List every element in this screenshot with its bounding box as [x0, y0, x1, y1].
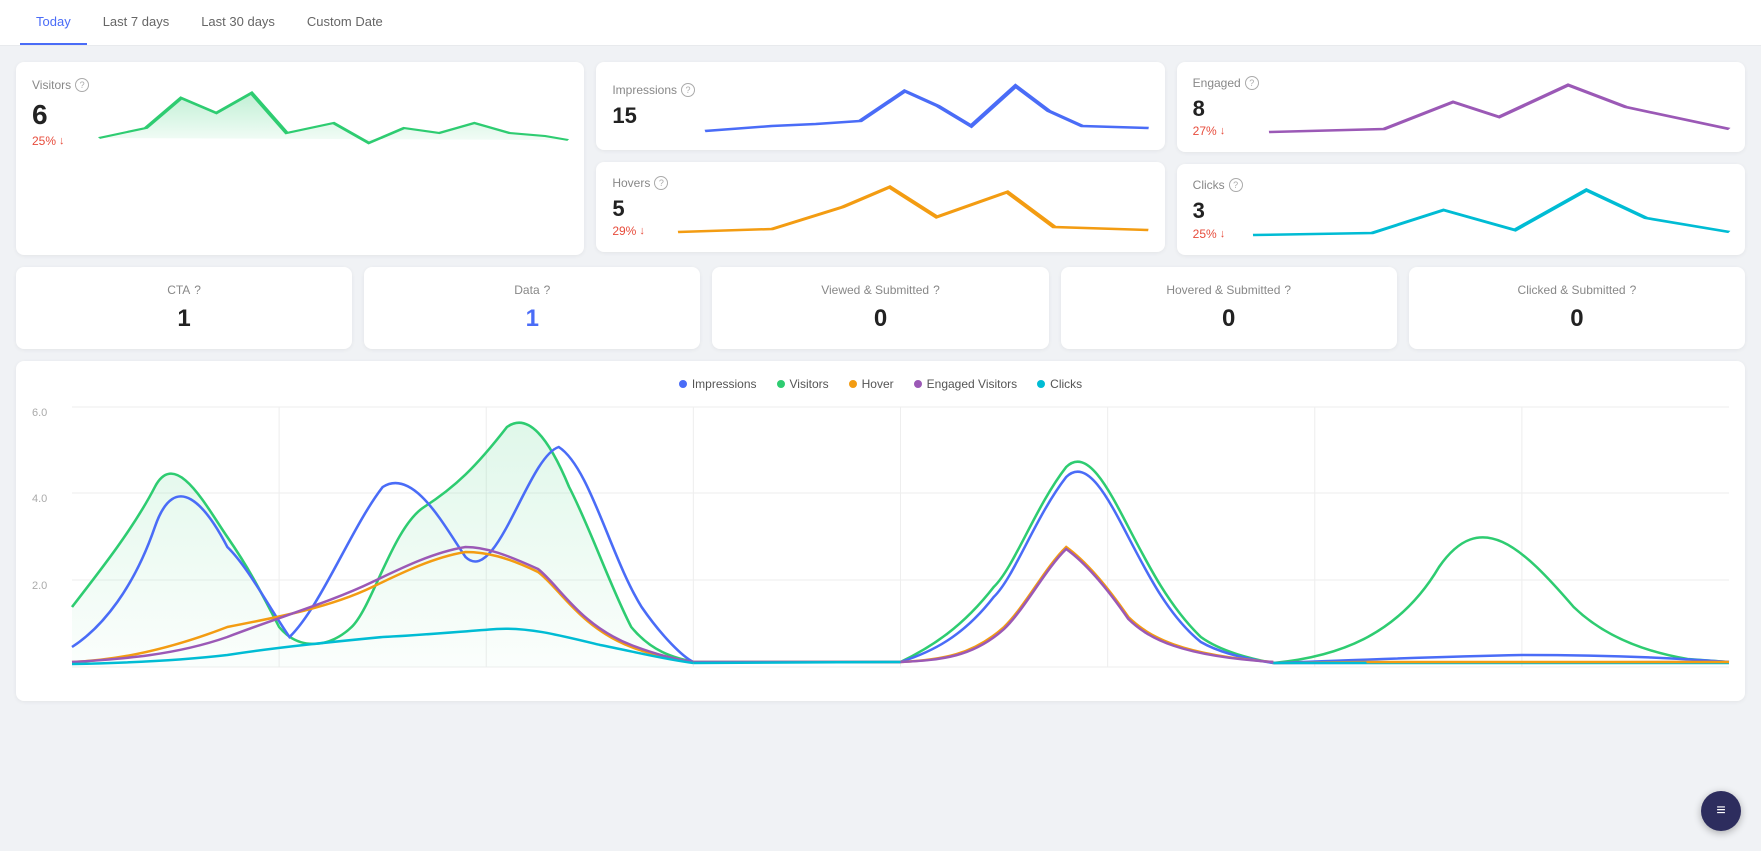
visitors-label: Visitors ?: [32, 78, 89, 92]
main-chart-card: Impressions Visitors Hover Engaged Visit…: [16, 361, 1745, 701]
visitors-arrow-icon: ↓: [59, 135, 65, 147]
right-metrics-col: Engaged ? 8 27% ↓: [1177, 62, 1745, 255]
engaged-label: Engaged ?: [1193, 76, 1259, 90]
y-label-2: 2.0: [32, 580, 67, 592]
engaged-legend-label: Engaged Visitors: [927, 377, 1018, 391]
engaged-value: 8: [1193, 96, 1259, 122]
visitors-card: Visitors ? 6 25% ↓: [16, 62, 584, 255]
data-card: Data ? 1: [364, 267, 700, 349]
tab-custom[interactable]: Custom Date: [291, 0, 399, 45]
clicks-card: Clicks ? 3 25% ↓: [1177, 164, 1745, 254]
impressions-label: Impressions ?: [612, 83, 695, 97]
engaged-help-icon[interactable]: ?: [1245, 76, 1259, 90]
engaged-sparkline: [1269, 77, 1729, 137]
hover-legend-dot: [849, 380, 857, 388]
visitors-help-icon[interactable]: ?: [75, 78, 89, 92]
legend-hover: Hover: [849, 377, 894, 391]
viewed-submitted-value: 0: [728, 305, 1032, 333]
clicks-help-icon[interactable]: ?: [1229, 178, 1243, 192]
hovers-change: 29% ↓: [612, 224, 668, 238]
hovers-label: Hovers ?: [612, 176, 668, 190]
legend-impressions: Impressions: [679, 377, 757, 391]
y-label-4: 4.0: [32, 493, 67, 505]
visitors-sparkline: [99, 78, 568, 158]
chart-svg-container: [72, 407, 1729, 667]
hovered-submitted-card: Hovered & Submitted ? 0: [1061, 267, 1397, 349]
top-cards-row: Visitors ? 6 25% ↓: [16, 62, 1745, 255]
hovers-help-icon[interactable]: ?: [654, 176, 668, 190]
data-help-icon[interactable]: ?: [544, 283, 551, 297]
tab-last7[interactable]: Last 7 days: [87, 0, 186, 45]
impressions-legend-dot: [679, 380, 687, 388]
clicks-sparkline: [1253, 180, 1729, 240]
impressions-value: 15: [612, 103, 695, 129]
clicked-submitted-help-icon[interactable]: ?: [1630, 283, 1637, 297]
engaged-legend-dot: [914, 380, 922, 388]
hover-legend-label: Hover: [862, 377, 894, 391]
legend-engaged: Engaged Visitors: [914, 377, 1018, 391]
dashboard: Visitors ? 6 25% ↓: [0, 46, 1761, 717]
cta-label: CTA ?: [32, 283, 336, 297]
data-value[interactable]: 1: [380, 305, 684, 333]
clicked-submitted-label: Clicked & Submitted ?: [1425, 283, 1729, 297]
visitors-legend-label: Visitors: [790, 377, 829, 391]
clicks-legend-dot: [1037, 380, 1045, 388]
hovered-submitted-label: Hovered & Submitted ?: [1077, 283, 1381, 297]
nav-bar: Today Last 7 days Last 30 days Custom Da…: [0, 0, 1761, 46]
viewed-submitted-card: Viewed & Submitted ? 0: [712, 267, 1048, 349]
tab-today[interactable]: Today: [20, 0, 87, 45]
engaged-change: 27% ↓: [1193, 124, 1259, 138]
cta-help-icon[interactable]: ?: [194, 283, 201, 297]
tab-last30[interactable]: Last 30 days: [185, 0, 291, 45]
hovers-sparkline: [678, 177, 1148, 237]
visitors-value: 6: [32, 98, 89, 132]
fab-button[interactable]: ≡: [1701, 791, 1741, 831]
impressions-legend-label: Impressions: [692, 377, 757, 391]
cta-value: 1: [32, 305, 336, 333]
clicks-arrow-icon: ↓: [1220, 228, 1226, 240]
y-axis-labels: 6.0 4.0 2.0: [32, 407, 67, 667]
clicks-label: Clicks ?: [1193, 178, 1243, 192]
hovered-submitted-help-icon[interactable]: ?: [1284, 283, 1291, 297]
impressions-card: Impressions ? 15: [596, 62, 1164, 150]
fab-icon: ≡: [1716, 802, 1725, 820]
legend-visitors: Visitors: [777, 377, 829, 391]
cta-card: CTA ? 1: [16, 267, 352, 349]
chart-area: 6.0 4.0 2.0: [32, 407, 1729, 667]
hovered-submitted-value: 0: [1077, 305, 1381, 333]
hovers-value: 5: [612, 196, 668, 222]
impressions-help-icon[interactable]: ?: [681, 83, 695, 97]
visitors-change: 25% ↓: [32, 134, 89, 148]
y-label-6: 6.0: [32, 407, 67, 419]
clicked-submitted-card: Clicked & Submitted ? 0: [1409, 267, 1745, 349]
clicks-change: 25% ↓: [1193, 227, 1243, 241]
viewed-submitted-label: Viewed & Submitted ?: [728, 283, 1032, 297]
chart-legend: Impressions Visitors Hover Engaged Visit…: [32, 377, 1729, 391]
visitors-legend-dot: [777, 380, 785, 388]
clicked-submitted-value: 0: [1425, 305, 1729, 333]
hovers-arrow-icon: ↓: [639, 225, 645, 237]
clicks-legend-label: Clicks: [1050, 377, 1082, 391]
engaged-arrow-icon: ↓: [1220, 125, 1226, 137]
middle-metrics-col: Impressions ? 15 Hovers ?: [596, 62, 1164, 255]
engaged-card: Engaged ? 8 27% ↓: [1177, 62, 1745, 152]
data-label: Data ?: [380, 283, 684, 297]
legend-clicks: Clicks: [1037, 377, 1082, 391]
stat-cards-row: CTA ? 1 Data ? 1 Viewed & Submitted ? 0 …: [16, 267, 1745, 349]
hovers-card: Hovers ? 5 29% ↓: [596, 162, 1164, 252]
viewed-submitted-help-icon[interactable]: ?: [933, 283, 940, 297]
impressions-sparkline: [705, 76, 1149, 136]
clicks-value: 3: [1193, 198, 1243, 224]
